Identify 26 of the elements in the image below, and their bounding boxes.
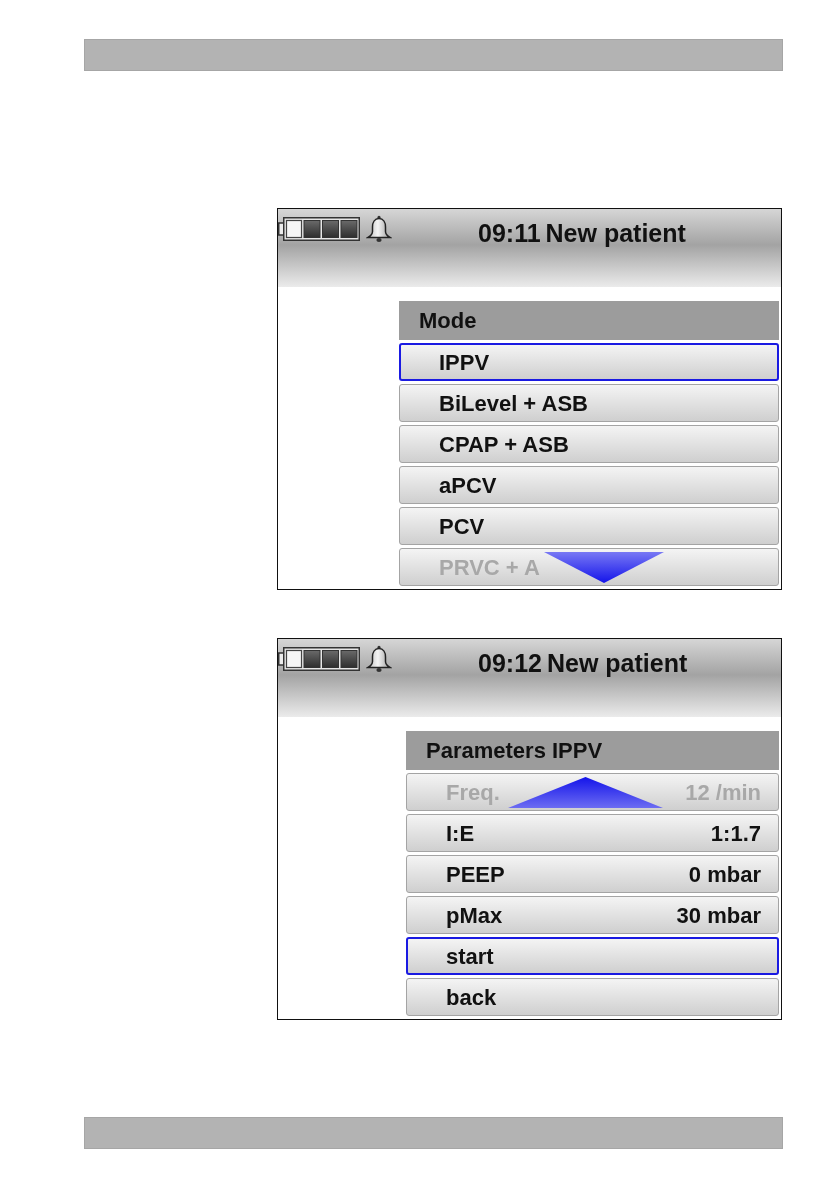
menu-item[interactable]: back xyxy=(406,978,779,1016)
parameter-value: 30 mbar xyxy=(676,901,761,930)
patient-title: New patient xyxy=(546,648,688,678)
menu-item[interactable]: CPAP + ASB xyxy=(399,425,779,463)
menu-title: Parameters IPPV xyxy=(406,731,779,770)
parameter-label: Freq. xyxy=(446,778,500,807)
parameter-row[interactable]: pMax 30 mbar xyxy=(406,896,779,934)
parameter-value: 1:1.7 xyxy=(710,819,761,848)
clock-time: 09:12 xyxy=(478,648,542,678)
menu-item[interactable]: IPPV xyxy=(399,343,779,381)
clock-time: 09:11 xyxy=(478,218,541,248)
menu-item[interactable]: aPCV xyxy=(399,466,779,504)
menu-item[interactable]: start xyxy=(406,937,779,975)
parameter-value: 0 mbar xyxy=(688,860,761,889)
menu-item[interactable]: BiLevel + ASB xyxy=(399,384,779,422)
parameter-row[interactable]: I:E 1:1.7 xyxy=(406,814,779,852)
parameter-value: 12 /min xyxy=(685,778,761,807)
parameter-row[interactable]: PEEP 0 mbar xyxy=(406,855,779,893)
bell-icon xyxy=(366,215,392,243)
menu-item[interactable]: PCV xyxy=(399,507,779,545)
parameter-label: I:E xyxy=(446,819,475,848)
patient-title: New patient xyxy=(545,218,686,248)
menu-title: Mode xyxy=(399,301,779,340)
parameter-label: pMax xyxy=(446,901,503,930)
parameter-label: PEEP xyxy=(446,860,505,889)
bell-icon xyxy=(366,645,392,673)
